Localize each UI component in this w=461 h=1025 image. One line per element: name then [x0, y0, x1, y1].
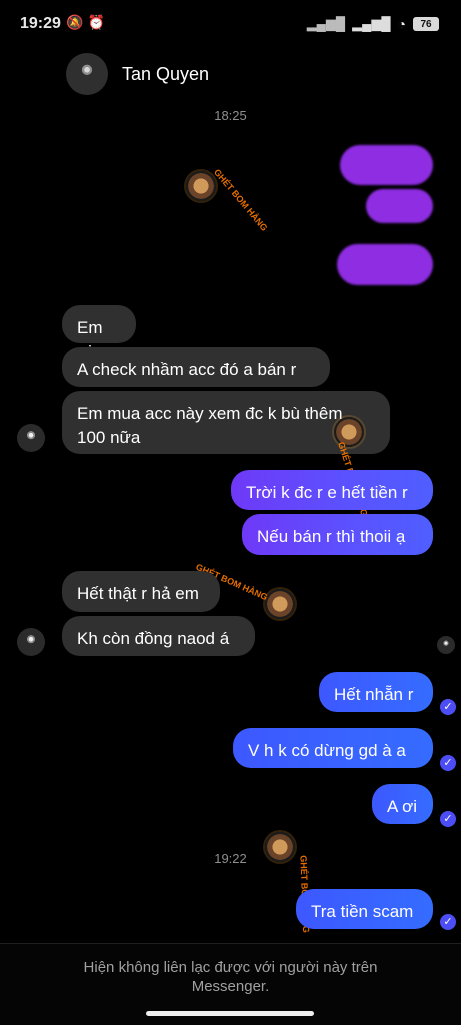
- check-icon: ✓: [440, 811, 456, 827]
- signal-icon: ▂▄▆█: [352, 16, 391, 31]
- signal-icon: ▂▄▆█: [306, 16, 346, 31]
- watermark-text: GHÉT BOM HÀNG: [212, 167, 270, 233]
- check-icon: ✓: [440, 755, 456, 771]
- bottom-notice-text: Hiện không liên lạc được với người này t…: [0, 958, 461, 996]
- contact-avatar[interactable]: [66, 53, 108, 95]
- watermark-badge: [186, 171, 216, 201]
- message-right: V h k có dừng gd à a: [233, 728, 433, 768]
- blurred-message: [337, 244, 433, 285]
- status-time: 19:29: [20, 15, 61, 32]
- bottom-notice-line-2: Messenger.: [191, 978, 270, 995]
- alarm-icon: ⏰: [87, 14, 105, 30]
- contact-name[interactable]: Tan Quyen: [122, 64, 209, 85]
- watermark-badge: [265, 832, 295, 862]
- status-right: ▂▄▆█ ▂▄▆█ ◔ 76: [307, 16, 439, 32]
- wifi-icon: ◔: [397, 16, 406, 32]
- chat-header: Tan Quyen: [0, 50, 461, 100]
- message-right: Trời k đc r e hết tiền r: [231, 470, 433, 510]
- blurred-message: [366, 189, 433, 223]
- mute-icon: 🔕: [66, 14, 84, 30]
- status-bar: 19:29 🔕 ⏰ ▂▄▆█ ▂▄▆█ ◔ 76: [0, 0, 461, 50]
- message-right: Hết nhẵn r: [319, 672, 433, 712]
- battery-icon: 76: [413, 17, 439, 31]
- message-left: Kh còn đồng naod á: [62, 616, 255, 656]
- timestamp-top: 18:25: [214, 108, 247, 123]
- contact-small-avatar: [17, 628, 45, 656]
- message-right: Nếu bán r thì thoii ạ: [242, 514, 433, 555]
- status-left-icons: 🔕 ⏰: [66, 14, 105, 31]
- bottom-notice-line-1: Hiện không liên lạc được với người này t…: [83, 959, 378, 976]
- home-indicator[interactable]: [146, 1011, 314, 1016]
- check-icon: ✓: [440, 699, 456, 715]
- message-right: A ơi: [372, 784, 433, 824]
- battery-level: 76: [420, 18, 432, 30]
- message-right: Tra tiền scam: [296, 889, 433, 929]
- watermark-badge: [265, 589, 295, 619]
- blurred-message: [340, 145, 433, 185]
- check-icon: ✓: [440, 914, 456, 930]
- contact-small-avatar: [17, 424, 45, 452]
- timestamp-bottom: 19:22: [214, 851, 247, 866]
- seen-avatar: [437, 636, 455, 654]
- message-left: Hết thật r hả em: [62, 571, 220, 612]
- message-left: A check nhầm acc đó a bán r: [62, 347, 330, 387]
- message-left: Em ơi: [62, 305, 136, 361]
